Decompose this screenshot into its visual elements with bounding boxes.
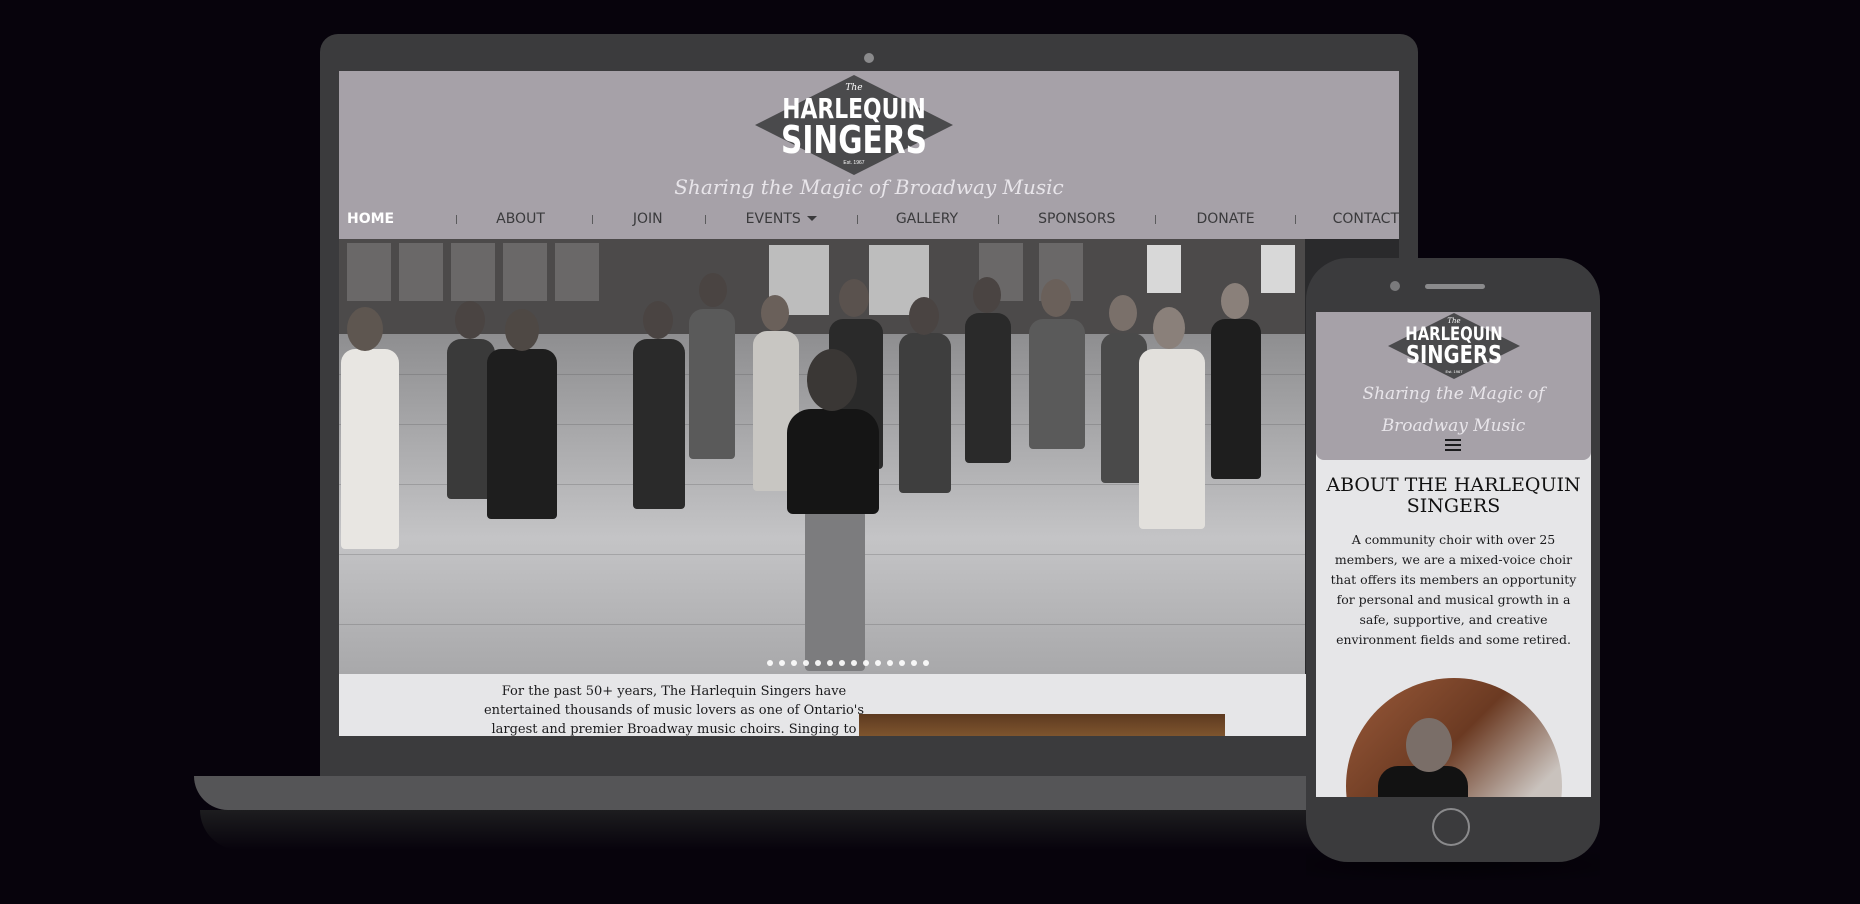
- laptop-base: [194, 776, 1434, 810]
- nav-item-events-label: EVENTS: [745, 211, 801, 227]
- hero-window: [1147, 245, 1181, 293]
- caret-down-icon: [806, 216, 817, 222]
- mobile-logo[interactable]: The HARLEQUIN SINGERS Est. 1967: [1388, 313, 1520, 379]
- wall-panel: [451, 243, 495, 301]
- slide-dot[interactable]: [851, 660, 857, 666]
- singer-head: [839, 279, 869, 317]
- singer-head: [761, 295, 789, 331]
- conductor-head: [807, 349, 857, 411]
- singer-head: [973, 277, 1001, 313]
- singer-head: [1041, 279, 1071, 317]
- slide-dot[interactable]: [911, 660, 917, 666]
- singer-head: [347, 307, 383, 351]
- singer-figure: [487, 349, 557, 519]
- slide-dot[interactable]: [887, 660, 893, 666]
- phone-home-button: [1432, 808, 1470, 846]
- hero-window: [1261, 245, 1295, 293]
- site-header: The HARLEQUIN SINGERS Est. 1967 Sharing …: [339, 71, 1399, 239]
- nav-item-contact[interactable]: CONTACT: [1333, 211, 1399, 227]
- slide-dot[interactable]: [899, 660, 905, 666]
- phone-camera-icon: [1390, 281, 1400, 291]
- singer-head: [1153, 307, 1185, 349]
- hamburger-menu-icon[interactable]: [1445, 439, 1461, 451]
- site-tagline: Sharing the Magic of Broadway Music: [674, 175, 1064, 199]
- slide-dot[interactable]: [767, 660, 773, 666]
- intro-image: [859, 714, 1225, 736]
- nav-divider: [704, 214, 706, 224]
- conductor-figure: [787, 409, 879, 514]
- nav-item-about[interactable]: ABOUT: [496, 211, 545, 227]
- wall-panel: [399, 243, 443, 301]
- slide-dot[interactable]: [803, 660, 809, 666]
- photo-person-head: [1406, 718, 1452, 772]
- conductor-photo: [1346, 678, 1562, 797]
- intro-text: For the past 50+ years, The Harlequin Si…: [483, 684, 865, 736]
- site-logo[interactable]: The HARLEQUIN SINGERS Est. 1967: [755, 75, 953, 175]
- mobile-tagline: Sharing the Magic of Broadway Music: [1362, 384, 1545, 436]
- singer-figure: [689, 309, 735, 459]
- slide-dot[interactable]: [923, 660, 929, 666]
- nav-divider: [998, 214, 1000, 224]
- slide-dot[interactable]: [791, 660, 797, 666]
- nav-divider: [1294, 214, 1296, 224]
- singer-head: [909, 297, 939, 335]
- nav-item-join[interactable]: JOIN: [633, 211, 663, 227]
- singer-head: [1109, 295, 1137, 331]
- nav-item-home[interactable]: HOME: [347, 211, 394, 227]
- singer-figure: [899, 333, 951, 493]
- wall-panel: [555, 243, 599, 301]
- intro-section: For the past 50+ years, The Harlequin Si…: [339, 674, 1399, 736]
- logo-singers: SINGERS: [781, 118, 927, 162]
- phone-screen: The HARLEQUIN SINGERS Est. 1967 Sharing …: [1316, 312, 1591, 797]
- conductor-legs: [805, 511, 865, 671]
- nav-divider: [591, 214, 593, 224]
- nav-item-donate[interactable]: DONATE: [1196, 211, 1254, 227]
- logo-est: Est. 1967: [1445, 369, 1463, 374]
- slide-dot[interactable]: [863, 660, 869, 666]
- singer-figure: [341, 349, 399, 549]
- singer-head: [1221, 283, 1249, 319]
- mobile-header: The HARLEQUIN SINGERS Est. 1967 Sharing …: [1316, 312, 1591, 460]
- singer-figure: [1029, 319, 1085, 449]
- phone-speaker: [1425, 284, 1485, 289]
- hero-slideshow[interactable]: [339, 239, 1305, 674]
- laptop-shadow: [200, 810, 1400, 850]
- about-text: A community choir with over 25 members, …: [1330, 532, 1577, 647]
- singer-figure: [1211, 319, 1261, 479]
- slideshow-dots: [767, 660, 929, 666]
- main-nav: HOME ABOUT JOIN EVENTS GALLERY SPONSORS …: [339, 204, 1399, 234]
- nav-item-events[interactable]: EVENTS: [746, 210, 817, 228]
- laptop-screen: The HARLEQUIN SINGERS Est. 1967 Sharing …: [339, 71, 1399, 736]
- logo-est: Est. 1967: [843, 160, 865, 166]
- nav-item-sponsors[interactable]: SPONSORS: [1038, 211, 1115, 227]
- logo-singers: SINGERS: [1405, 340, 1503, 369]
- laptop-camera-icon: [864, 53, 874, 63]
- slide-dot[interactable]: [815, 660, 821, 666]
- singer-figure: [633, 339, 685, 509]
- wall-panel: [347, 243, 391, 301]
- singer-head: [643, 301, 673, 339]
- singer-head: [455, 301, 485, 339]
- singer-head: [505, 309, 539, 351]
- slide-dot[interactable]: [875, 660, 881, 666]
- nav-divider: [1155, 214, 1157, 224]
- singer-figure: [965, 313, 1011, 463]
- singer-figure: [1139, 349, 1205, 529]
- singer-head: [699, 273, 727, 307]
- nav-divider: [456, 214, 458, 224]
- slide-dot[interactable]: [827, 660, 833, 666]
- nav-item-gallery[interactable]: GALLERY: [896, 211, 958, 227]
- slide-dot[interactable]: [779, 660, 785, 666]
- wall-panel: [503, 243, 547, 301]
- slide-dot[interactable]: [839, 660, 845, 666]
- about-title: ABOUT THE HARLEQUIN SINGERS: [1326, 474, 1581, 517]
- nav-divider: [856, 214, 858, 224]
